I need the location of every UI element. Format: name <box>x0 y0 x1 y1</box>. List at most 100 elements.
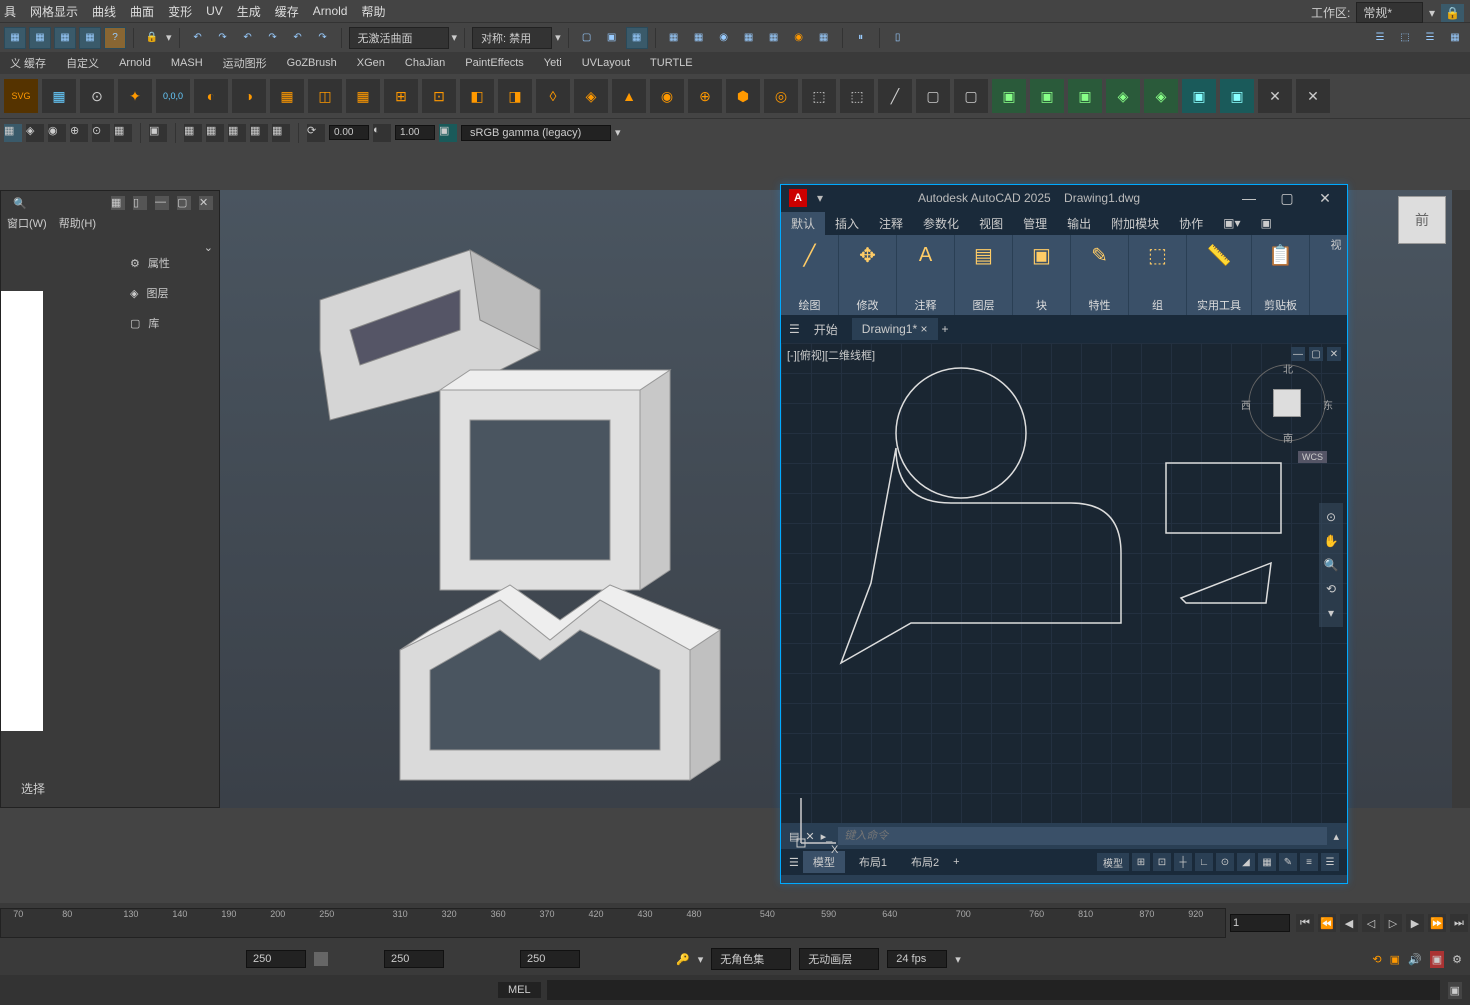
tool-icon[interactable]: ▦ <box>626 27 648 49</box>
svg-icon[interactable]: SVG <box>4 79 38 113</box>
new-tab-icon[interactable]: + <box>942 322 949 336</box>
search-icon[interactable]: 🔍 <box>13 197 27 210</box>
shelf-button[interactable]: ◈ <box>574 79 608 113</box>
shelf-tab[interactable]: GoZBrush <box>277 54 347 72</box>
shelf-button[interactable]: ◊ <box>536 79 570 113</box>
ribbon-panel-clipboard[interactable]: 📋剪贴板 <box>1252 235 1310 315</box>
acad-drawing-area[interactable]: [-][俯视][二维线框] — ▢ ✕ 北 南 东 西 WCS ⊙ ✋ 🔍 ⟲ … <box>781 343 1347 823</box>
view-label[interactable]: 视 <box>1323 235 1347 315</box>
shelf-button[interactable]: ⬚ <box>840 79 874 113</box>
workspace-arrow-icon[interactable]: ▾ <box>1429 6 1435 20</box>
undo-icon[interactable]: ↶ <box>237 27 259 49</box>
snap-icon[interactable]: ⊡ <box>1153 853 1171 871</box>
dropdown-arrow-icon[interactable]: ▾ <box>555 31 561 44</box>
menu-item[interactable]: UV <box>206 4 223 18</box>
step-fwd-icon[interactable]: ⏩ <box>1428 914 1446 932</box>
tool-icon[interactable]: ▢ <box>576 27 598 49</box>
menu-item[interactable]: 缓存 <box>275 3 299 20</box>
minimize-button[interactable]: — <box>1235 188 1263 208</box>
shelf-button[interactable]: ◎ <box>764 79 798 113</box>
shelf-button[interactable]: ⬢ <box>726 79 760 113</box>
menu-item[interactable]: 曲面 <box>130 3 154 20</box>
panel-icon[interactable]: ▦ <box>228 124 246 142</box>
mel-label[interactable]: MEL <box>498 982 541 998</box>
menu-item[interactable]: 帮助 <box>361 3 385 20</box>
shelf-tab[interactable]: 运动图形 <box>213 52 277 74</box>
ribbon-tab[interactable]: 协作 <box>1169 212 1213 235</box>
tool-icon[interactable]: ▦ <box>79 27 101 49</box>
acad-titlebar[interactable]: A ▾ Autodesk AutoCAD 2025 Drawing1.dwg —… <box>781 185 1347 211</box>
pan-icon[interactable]: ✋ <box>1321 531 1341 551</box>
shelf-button[interactable]: ▣ <box>1182 79 1216 113</box>
range-start-field[interactable]: 250 <box>246 950 306 968</box>
symmetry-dropdown[interactable]: 对称: 禁用 <box>472 27 552 49</box>
charset-dropdown[interactable]: 无角色集 <box>711 948 791 970</box>
panel-icon[interactable]: ⊕ <box>70 124 88 142</box>
shelf-button[interactable]: ◨ <box>498 79 532 113</box>
sound-icon[interactable]: 🔊 <box>1408 953 1422 966</box>
orbit-icon[interactable]: ⟲ <box>1321 579 1341 599</box>
status-icon[interactable]: ∟ <box>1195 853 1213 871</box>
range-field[interactable]: 250 <box>384 950 444 968</box>
right-dock-strip[interactable] <box>1452 190 1470 808</box>
shelf-tab[interactable]: Yeti <box>534 54 572 72</box>
doc-tab-home[interactable]: 开始 <box>804 317 848 342</box>
library-tab[interactable]: ▢库 <box>126 311 174 335</box>
layout-icon[interactable]: ▦ <box>111 196 125 210</box>
model-tab[interactable]: 模型 <box>803 851 845 873</box>
shelf-tab[interactable]: MASH <box>161 54 213 72</box>
close-tab-icon[interactable]: × <box>920 322 927 336</box>
status-icon[interactable]: ☰ <box>1321 853 1339 871</box>
shelf-tab[interactable]: Arnold <box>109 54 161 72</box>
slider-handle-icon[interactable] <box>314 952 328 966</box>
ribbon-panel-layers[interactable]: ▤图层 <box>955 235 1013 315</box>
tool-icon[interactable]: ? <box>104 27 126 49</box>
shelf-button[interactable]: ⊙ <box>80 79 114 113</box>
prev-frame-icon[interactable]: ◀ <box>1340 914 1358 932</box>
tool-icon[interactable]: ▦ <box>663 27 685 49</box>
fps-dropdown[interactable]: 24 fps <box>887 950 947 968</box>
ribbon-tab[interactable]: 默认 <box>781 212 825 235</box>
ribbon-panel-annotate[interactable]: A注释 <box>897 235 955 315</box>
menu-item[interactable]: 窗口(W) <box>7 215 47 237</box>
layout-tab[interactable]: 布局1 <box>849 851 897 873</box>
workspace-dropdown[interactable]: 常规* <box>1356 2 1423 23</box>
menu-item[interactable]: 变形 <box>168 3 192 20</box>
redo-icon[interactable]: ↷ <box>212 27 234 49</box>
status-icon[interactable]: ▦ <box>1258 853 1276 871</box>
grid-icon[interactable]: ⊞ <box>1132 853 1150 871</box>
shelf-button[interactable]: ▦ <box>346 79 380 113</box>
tool-icon[interactable]: ☰ <box>1369 27 1391 49</box>
tool-icon[interactable]: ◉ <box>788 27 810 49</box>
shelf-button[interactable]: ▦ <box>270 79 304 113</box>
refresh-icon[interactable]: ⟳ <box>307 124 325 142</box>
close-button[interactable]: ✕ <box>1311 188 1339 208</box>
tool-icon[interactable]: ▦ <box>688 27 710 49</box>
layout-icon[interactable]: ▯ <box>133 196 147 210</box>
view-compass[interactable]: 北 南 东 西 WCS <box>1247 363 1327 443</box>
dropdown-arrow-icon[interactable]: ▾ <box>615 126 621 139</box>
ribbon-panel-modify[interactable]: ✥修改 <box>839 235 897 315</box>
ribbon-panel-utils[interactable]: 📏实用工具 <box>1187 235 1252 315</box>
command-input[interactable] <box>838 827 1327 845</box>
shelf-button[interactable]: ◐ <box>194 79 228 113</box>
tool-icon[interactable]: ▦ <box>813 27 835 49</box>
minimize-icon[interactable]: — <box>155 196 169 210</box>
shelf-button[interactable]: ▢ <box>916 79 950 113</box>
play-back-icon[interactable]: ◁ <box>1362 914 1380 932</box>
shelf-button[interactable]: ◈ <box>1144 79 1178 113</box>
time-ruler[interactable]: 70 80 130 140 190 200 250 310 320 360 37… <box>0 908 1226 938</box>
panel-icon[interactable]: ▣ <box>149 124 167 142</box>
tool-icon[interactable]: ▦ <box>1444 27 1466 49</box>
status-icon[interactable]: ◢ <box>1237 853 1255 871</box>
wcs-badge[interactable]: WCS <box>1298 451 1327 463</box>
shelf-button[interactable]: ▲ <box>612 79 646 113</box>
shelf-tab[interactable]: ChaJian <box>395 54 455 72</box>
shelf-button[interactable]: ▣ <box>1220 79 1254 113</box>
shelf-button[interactable]: ◉ <box>650 79 684 113</box>
undo-icon[interactable]: ↶ <box>287 27 309 49</box>
layers-tab[interactable]: ◈图层 <box>126 281 174 305</box>
layout-tab[interactable]: 布局2 <box>901 851 949 873</box>
dropdown-arrow-icon[interactable]: ▾ <box>955 953 961 966</box>
tool-icon[interactable]: ▦ <box>29 27 51 49</box>
